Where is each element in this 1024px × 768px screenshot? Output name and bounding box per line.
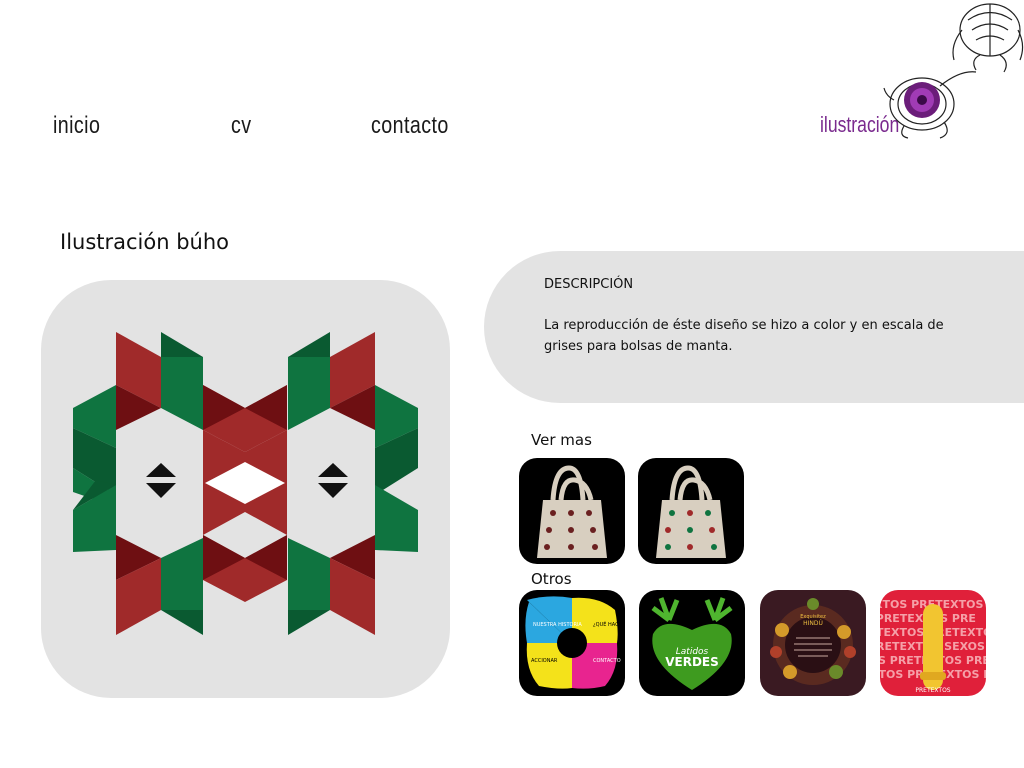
page-title: Ilustración búho xyxy=(60,230,230,254)
tote-bag-icon xyxy=(537,465,607,558)
thumb-label: PRETEXTOS xyxy=(915,687,950,694)
thumb-label: VERDES xyxy=(665,655,719,669)
thumb-label: ACCIONAR xyxy=(531,658,558,664)
nav-contacto[interactable]: contacto xyxy=(371,112,449,140)
others-thumb-hindu[interactable]: Exquisitez HINDÚ xyxy=(760,590,866,696)
description-text: La reproducción de éste diseño se hizo a… xyxy=(544,318,944,354)
others-thumb-latidos[interactable]: Latidos VERDES xyxy=(639,590,745,696)
owl-pattern-graphic xyxy=(73,332,418,635)
nav-cv[interactable]: cv xyxy=(231,112,252,140)
condom-text-graphic: XTOS PRETEXTOS S PRETEXTOS PRE TEXTOS PR… xyxy=(880,598,986,694)
tote-bag-icon xyxy=(656,465,726,558)
website-menu-graphic: NUESTRA HISTORIA ¿QUÉ HACEMOS? ACCIONAR … xyxy=(525,596,625,689)
thumb-label: ¿QUÉ HACEMOS? xyxy=(593,620,625,628)
description-heading: DESCRIPCIÓN xyxy=(544,277,634,292)
beetle-logo-icon xyxy=(883,3,1024,139)
owl-illustration[interactable] xyxy=(41,280,450,698)
related-label: Ver mas xyxy=(531,431,592,449)
thumb-label: NUESTRA HISTORIA xyxy=(533,622,582,628)
nav-inicio[interactable]: inicio xyxy=(53,112,100,140)
related-thumb-bag-1[interactable] xyxy=(519,458,625,564)
thumb-label: CONTACTO xyxy=(593,658,621,664)
thumb-label: HINDÚ xyxy=(803,620,823,627)
food-circle-graphic: Exquisitez HINDÚ xyxy=(770,598,856,685)
others-thumb-website[interactable]: NUESTRA HISTORIA ¿QUÉ HACEMOS? ACCIONAR … xyxy=(519,590,625,696)
related-thumb-bag-2[interactable] xyxy=(638,458,744,564)
others-label: Otros xyxy=(531,570,572,588)
others-thumb-pretextos[interactable]: XTOS PRETEXTOS S PRETEXTOS PRE TEXTOS PR… xyxy=(880,590,986,696)
heart-antlers-graphic: Latidos VERDES xyxy=(651,597,733,690)
